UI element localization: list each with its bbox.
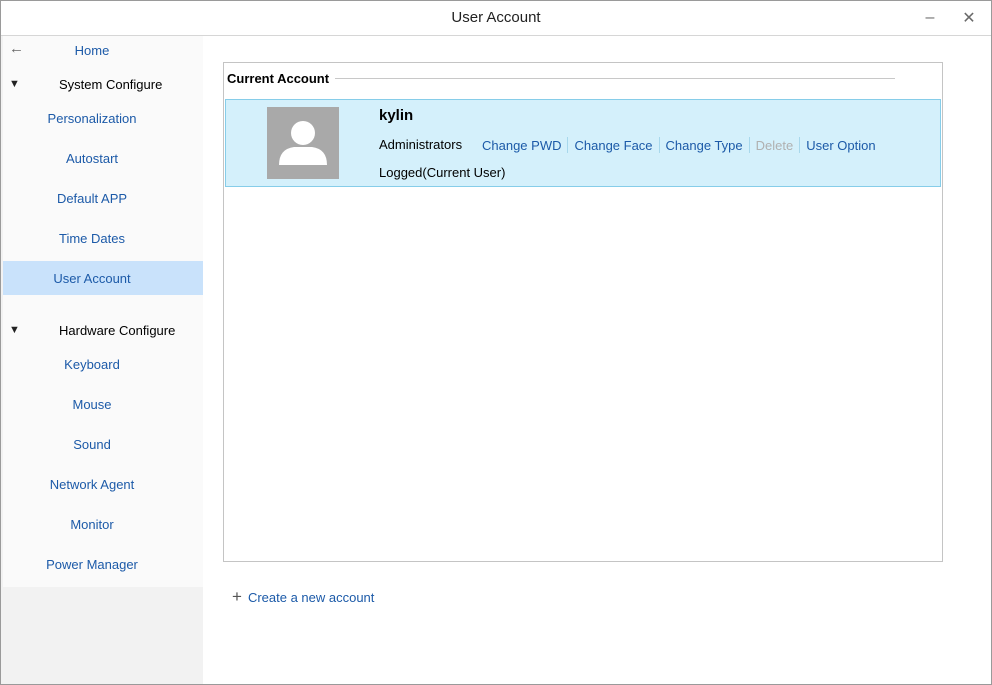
close-button[interactable]: ✕ xyxy=(958,7,980,29)
user-option-link[interactable]: User Option xyxy=(800,138,881,153)
group-label: System Configure xyxy=(59,76,163,92)
sidebar-item-mouse[interactable]: Mouse xyxy=(3,387,203,421)
plus-icon: + xyxy=(232,587,242,606)
sidebar-item-sound[interactable]: Sound xyxy=(3,427,203,461)
change-pwd-link[interactable]: Change PWD xyxy=(476,138,567,153)
sidebar-item-network-agent[interactable]: Network Agent xyxy=(3,467,203,501)
group-label: Hardware Configure xyxy=(59,322,176,338)
change-face-link[interactable]: Change Face xyxy=(568,138,658,153)
sidebar-nav: ← Home ▼ System Configure Personalizatio… xyxy=(3,36,203,587)
change-type-link[interactable]: Change Type xyxy=(660,138,749,153)
account-type: Administrators xyxy=(379,137,463,152)
user-account-window: User Account – ✕ ← Home ▼ System Configu… xyxy=(0,0,992,685)
sidebar-item-monitor[interactable]: Monitor xyxy=(3,507,203,541)
sidebar: ← Home ▼ System Configure Personalizatio… xyxy=(1,36,203,684)
username: kylin xyxy=(379,107,414,124)
current-account-frame: Current Account kylin Administrators Cha… xyxy=(223,62,943,562)
section-title: Current Account xyxy=(227,71,330,86)
sidebar-item-keyboard[interactable]: Keyboard xyxy=(3,347,203,381)
section-divider xyxy=(335,78,895,79)
minimize-icon: – xyxy=(925,9,935,26)
title-bar: User Account – ✕ xyxy=(1,1,991,36)
minimize-button[interactable]: – xyxy=(919,7,941,29)
avatar[interactable] xyxy=(267,107,339,179)
create-account-button[interactable]: + Create a new account xyxy=(232,588,374,606)
main-panel: Current Account kylin Administrators Cha… xyxy=(204,36,991,684)
sidebar-item-personalization[interactable]: Personalization xyxy=(3,101,203,135)
sidebar-item-time-dates[interactable]: Time Dates xyxy=(3,221,203,255)
sidebar-item-power-manager[interactable]: Power Manager xyxy=(3,547,203,581)
account-row[interactable]: kylin Administrators Change PWD Change F… xyxy=(225,99,941,187)
account-actions: Change PWD Change Face Change Type Delet… xyxy=(476,135,882,155)
sidebar-item-home[interactable]: Home xyxy=(3,33,203,67)
delete-link: Delete xyxy=(755,137,794,153)
window-title: User Account xyxy=(451,9,541,26)
sidebar-item-user-account[interactable]: User Account xyxy=(3,261,203,295)
login-status: Logged(Current User) xyxy=(379,165,506,180)
group-system-configure[interactable]: ▼ System Configure xyxy=(3,67,203,101)
expand-triangle-icon[interactable]: ▼ xyxy=(9,78,20,90)
sidebar-item-default-app[interactable]: Default APP xyxy=(3,181,203,215)
group-hardware-configure[interactable]: ▼ Hardware Configure xyxy=(3,313,203,347)
create-account-label: Create a new account xyxy=(247,589,375,605)
expand-triangle-icon[interactable]: ▼ xyxy=(9,324,20,336)
user-silhouette-icon xyxy=(279,121,327,165)
close-icon: ✕ xyxy=(962,10,976,27)
sidebar-item-autostart[interactable]: Autostart xyxy=(3,141,203,175)
